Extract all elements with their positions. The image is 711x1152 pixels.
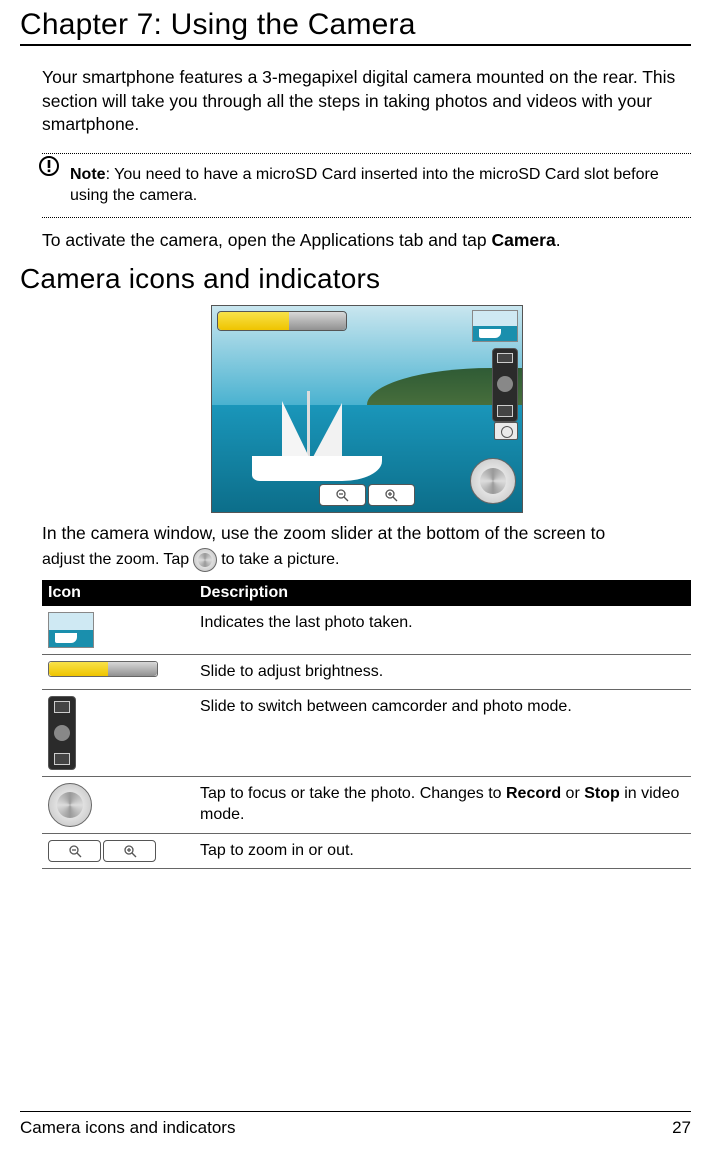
footer-section: Camera icons and indicators (20, 1118, 235, 1138)
page-footer: Camera icons and indicators 27 (20, 1111, 691, 1152)
shutter-button[interactable] (470, 458, 516, 504)
note-label: Note (70, 166, 106, 183)
alert-icon (38, 155, 64, 177)
content-body: Your smartphone features a 3-megapixel d… (20, 50, 691, 1111)
camera-bold: Camera (491, 230, 555, 250)
activate-post: . (556, 230, 561, 250)
note-text: : You need to have a microSD Card insert… (70, 166, 659, 205)
stop-bold: Stop (584, 785, 620, 802)
col-desc: Description (194, 580, 691, 606)
brightness-icon (48, 661, 158, 677)
table-row: Slide to switch between camcorder and ph… (42, 689, 691, 776)
photo-mode-icon (494, 422, 518, 440)
camera-screenshot (211, 305, 523, 513)
zoom-desc-tap: Tap (163, 548, 189, 571)
chapter-title: Chapter 7: Using the Camera (20, 8, 691, 46)
brightness-slider[interactable] (217, 311, 347, 331)
row4-desc: Tap to zoom in or out. (194, 833, 691, 868)
row2-desc: Slide to switch between camcorder and ph… (194, 689, 691, 776)
zoom-slider[interactable] (319, 484, 415, 506)
table-row: Tap to zoom in or out. (42, 833, 691, 868)
camera-icon (497, 405, 513, 417)
page: Chapter 7: Using the Camera Your smartph… (0, 0, 711, 1152)
col-icon: Icon (42, 580, 194, 606)
activate-pre: To activate the camera, open the Applica… (42, 230, 491, 250)
row3-pre: Tap to focus or take the photo. Changes … (200, 785, 506, 802)
row1-desc: Slide to adjust brightness. (194, 655, 691, 690)
intro-paragraph: Your smartphone features a 3-megapixel d… (42, 66, 691, 137)
section-title: Camera icons and indicators (20, 263, 691, 295)
zoom-description: In the camera window, use the zoom slide… (42, 521, 691, 572)
icon-table: Icon Description Indicates the last phot… (42, 580, 691, 869)
zoom-desc-line2c: to take a picture. (221, 548, 339, 571)
zoom-icon (48, 840, 156, 862)
shutter-icon (48, 783, 92, 827)
zoom-desc-line1: In the camera window, use the zoom slide… (42, 521, 691, 546)
row0-desc: Indicates the last photo taken. (194, 606, 691, 655)
page-number: 27 (672, 1118, 691, 1138)
record-bold: Record (506, 785, 561, 802)
zoom-desc-line2a: adjust the zoom. (42, 548, 159, 571)
shutter-icon (193, 548, 217, 572)
note-box: Note: You need to have a microSD Card in… (42, 153, 691, 218)
table-row: Tap to focus or take the photo. Changes … (42, 776, 691, 833)
mode-switch-icon (48, 696, 76, 770)
table-row: Indicates the last photo taken. (42, 606, 691, 655)
camcorder-icon (497, 353, 513, 363)
row3-desc: Tap to focus or take the photo. Changes … (194, 776, 691, 833)
row3-mid: or (561, 785, 584, 802)
activate-text: To activate the camera, open the Applica… (42, 230, 691, 251)
last-photo-icon (48, 612, 94, 648)
mode-switch[interactable] (492, 348, 518, 422)
table-row: Slide to adjust brightness. (42, 655, 691, 690)
last-photo-thumbnail[interactable] (472, 310, 518, 342)
